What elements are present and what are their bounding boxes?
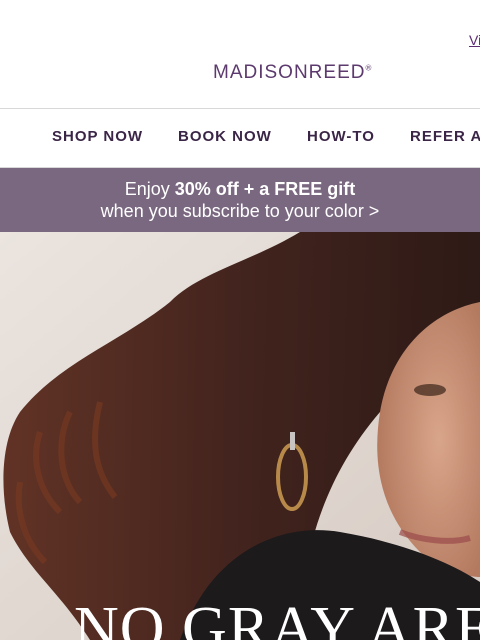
promo-headline: Enjoy 30% off + a FREE gift <box>0 179 480 200</box>
promo-subtext: when you subscribe to your color > <box>100 201 380 221</box>
logo-registered-mark: ® <box>365 63 373 73</box>
logo-text: MADISONREED <box>213 62 366 83</box>
main-nav: SHOP NOW BOOK NOW HOW-TO REFER A <box>0 109 480 167</box>
nav-item-how-to[interactable]: HOW-TO <box>307 128 375 145</box>
madison-reed-logo[interactable]: MADISONREED® <box>213 62 372 84</box>
nav-item-shop-now[interactable]: SHOP NOW <box>52 128 143 145</box>
promo-offer: 30% off + a FREE gift <box>174 179 356 199</box>
hero-headline: NO GRAY ARE <box>74 595 480 640</box>
subscription-promo-banner[interactable]: Enjoy 30% off + a FREE gift when you sub… <box>0 168 480 232</box>
hero-image[interactable]: NO GRAY ARE <box>0 232 480 640</box>
nav-item-book-now[interactable]: BOOK NOW <box>178 128 272 145</box>
nav-item-refer-a-friend[interactable]: REFER A <box>410 128 480 145</box>
hero-photo-woman-curly-hair <box>0 232 480 640</box>
view-in-browser-link[interactable]: View <box>469 32 480 48</box>
promo-prefix: Enjoy <box>124 179 175 199</box>
email-header: View MADISONREED® <box>0 0 480 108</box>
